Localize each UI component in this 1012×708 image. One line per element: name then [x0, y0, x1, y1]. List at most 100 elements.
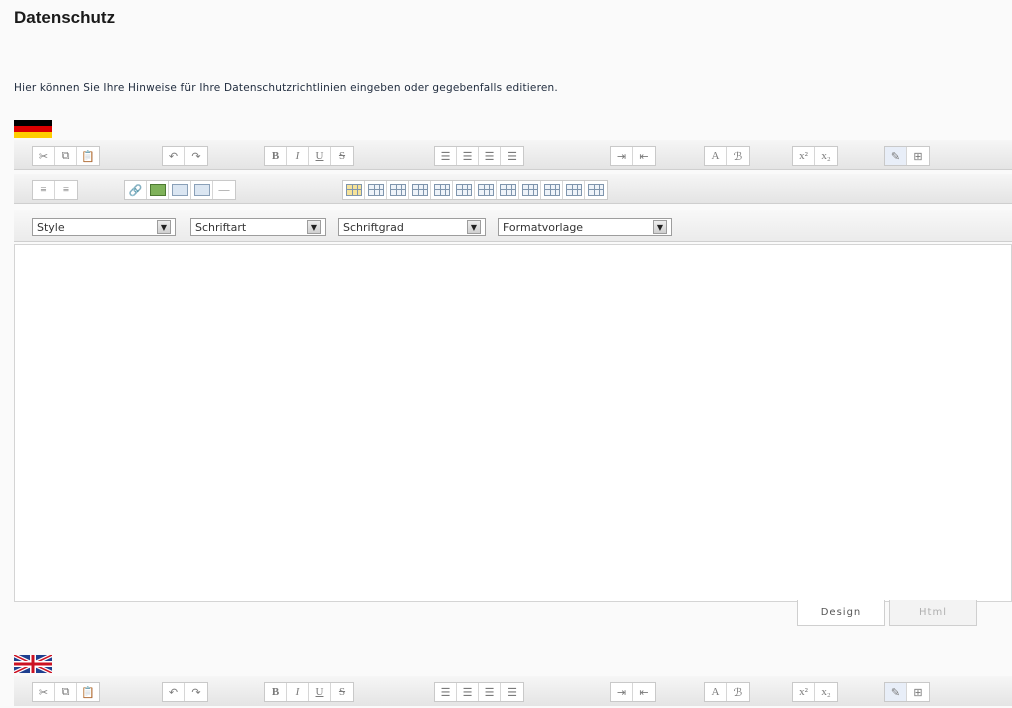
image-icon[interactable]	[147, 181, 169, 199]
numbered-list-icon[interactable]: ≡	[33, 181, 55, 199]
highlight-icon[interactable]: ℬ	[727, 147, 749, 165]
history-group: ↶ ↷	[162, 682, 208, 702]
insert-row-below-icon[interactable]	[431, 181, 453, 199]
chevron-down-icon: ▼	[653, 220, 667, 234]
delete-column-icon[interactable]	[519, 181, 541, 199]
bullet-list-icon[interactable]: ≡	[55, 181, 77, 199]
size-select[interactable]: Schriftgrad ▼	[338, 218, 486, 236]
tab-html[interactable]: Html	[889, 600, 977, 626]
font-color-icon[interactable]: A	[705, 147, 727, 165]
indent-group: ⇥ ⇤	[610, 682, 656, 702]
view-group: ✎ ⊞	[884, 146, 930, 166]
horizontal-rule-icon[interactable]: —	[213, 181, 235, 199]
align-left-icon[interactable]: ☰	[435, 683, 457, 701]
merge-cells-icon[interactable]	[541, 181, 563, 199]
cut-icon[interactable]: ✂	[33, 147, 55, 165]
edit-source-icon[interactable]: ✎	[885, 683, 907, 701]
insert-row-above-icon[interactable]	[409, 181, 431, 199]
link-icon[interactable]: 🔗	[125, 181, 147, 199]
uk-flag-icon[interactable]	[14, 655, 52, 673]
insert-column-left-icon[interactable]	[453, 181, 475, 199]
italic-icon[interactable]: I	[287, 683, 309, 701]
redo-icon[interactable]: ↷	[185, 683, 207, 701]
paste-icon[interactable]: 📋	[77, 683, 99, 701]
form-icon[interactable]	[191, 181, 213, 199]
style-select[interactable]: Style ▼	[32, 218, 176, 236]
align-center-icon[interactable]: ☰	[457, 147, 479, 165]
chevron-down-icon: ▼	[157, 220, 171, 234]
table-tools-group	[342, 180, 608, 200]
undo-icon[interactable]: ↶	[163, 683, 185, 701]
list-group: ≡ ≡	[32, 180, 78, 200]
tab-design[interactable]: Design	[797, 600, 885, 626]
italic-icon[interactable]: I	[287, 147, 309, 165]
toolbar-row-2: ≡ ≡ 🔗 —	[14, 174, 1012, 204]
copy-icon[interactable]: ⧉	[55, 683, 77, 701]
insert-group: 🔗 —	[124, 180, 236, 200]
text-style-group: B I U S	[264, 682, 354, 702]
undo-icon[interactable]: ↶	[163, 147, 185, 165]
highlight-icon[interactable]: ℬ	[727, 683, 749, 701]
color-group: A ℬ	[704, 146, 750, 166]
toolbar-row-3: Style ▼ Schriftart ▼ Schriftgrad ▼ Forma…	[14, 210, 1012, 242]
history-group: ↶ ↷	[162, 146, 208, 166]
template-select[interactable]: Formatvorlage ▼	[498, 218, 672, 236]
superscript-icon[interactable]: x²	[793, 147, 815, 165]
superscript-icon[interactable]: x²	[793, 683, 815, 701]
copy-icon[interactable]: ⧉	[55, 147, 77, 165]
script-group: x² x₂	[792, 146, 838, 166]
delete-row-icon[interactable]	[497, 181, 519, 199]
edit-source-icon[interactable]: ✎	[885, 147, 907, 165]
style-select-value: Style	[37, 220, 65, 234]
clipboard-group: ✂ ⧉ 📋	[32, 146, 100, 166]
chevron-down-icon: ▼	[467, 220, 481, 234]
table-properties-icon[interactable]	[365, 181, 387, 199]
insert-table-icon[interactable]	[343, 181, 365, 199]
justify-icon[interactable]: ☰	[501, 683, 523, 701]
font-select-value: Schriftart	[195, 220, 247, 234]
redo-icon[interactable]: ↷	[185, 147, 207, 165]
size-select-value: Schriftgrad	[343, 220, 404, 234]
font-select[interactable]: Schriftart ▼	[190, 218, 326, 236]
indent-group: ⇥ ⇤	[610, 146, 656, 166]
media-icon[interactable]	[169, 181, 191, 199]
subscript-icon[interactable]: x₂	[815, 683, 837, 701]
font-color-icon[interactable]: A	[705, 683, 727, 701]
delete-table-icon[interactable]	[585, 181, 607, 199]
subscript-icon[interactable]: x₂	[815, 147, 837, 165]
align-left-icon[interactable]: ☰	[435, 147, 457, 165]
indent-icon[interactable]: ⇥	[611, 683, 633, 701]
align-right-icon[interactable]: ☰	[479, 147, 501, 165]
strikethrough-icon[interactable]: S	[331, 147, 353, 165]
cell-properties-icon[interactable]	[387, 181, 409, 199]
outdent-icon[interactable]: ⇤	[633, 683, 655, 701]
rich-text-editor-de: ✂ ⧉ 📋 ↶ ↷ B I U S ☰ ☰ ☰ ☰ ⇥ ⇤ A ℬ x² x₂ …	[14, 140, 1012, 630]
chevron-down-icon: ▼	[307, 220, 321, 234]
view-group: ✎ ⊞	[884, 682, 930, 702]
page-title: Datenschutz	[14, 8, 116, 27]
align-right-icon[interactable]: ☰	[479, 683, 501, 701]
indent-icon[interactable]: ⇥	[611, 147, 633, 165]
german-flag-icon[interactable]	[14, 120, 52, 138]
paste-icon[interactable]: 📋	[77, 147, 99, 165]
justify-icon[interactable]: ☰	[501, 147, 523, 165]
toolbar-row-1: ✂ ⧉ 📋 ↶ ↷ B I U S ☰ ☰ ☰ ☰ ⇥ ⇤ A ℬ x² x₂ …	[14, 140, 1012, 170]
bold-icon[interactable]: B	[265, 683, 287, 701]
intro-text: Hier können Sie Ihre Hinweise für Ihre D…	[14, 82, 558, 94]
table-grid-icon[interactable]: ⊞	[907, 683, 929, 701]
rich-text-editor-en-toolbar: ✂ ⧉ 📋 ↶ ↷ B I U S ☰ ☰ ☰ ☰ ⇥ ⇤ A ℬ x² x₂ …	[14, 676, 1012, 706]
underline-icon[interactable]: U	[309, 147, 331, 165]
cut-icon[interactable]: ✂	[33, 683, 55, 701]
clipboard-group: ✂ ⧉ 📋	[32, 682, 100, 702]
underline-icon[interactable]: U	[309, 683, 331, 701]
align-center-icon[interactable]: ☰	[457, 683, 479, 701]
editor-mode-tabs: Design Html	[797, 600, 977, 628]
outdent-icon[interactable]: ⇤	[633, 147, 655, 165]
strikethrough-icon[interactable]: S	[331, 683, 353, 701]
table-grid-icon[interactable]: ⊞	[907, 147, 929, 165]
split-cell-icon[interactable]	[563, 181, 585, 199]
editor-content-area[interactable]	[14, 244, 1012, 602]
text-style-group: B I U S	[264, 146, 354, 166]
bold-icon[interactable]: B	[265, 147, 287, 165]
insert-column-right-icon[interactable]	[475, 181, 497, 199]
